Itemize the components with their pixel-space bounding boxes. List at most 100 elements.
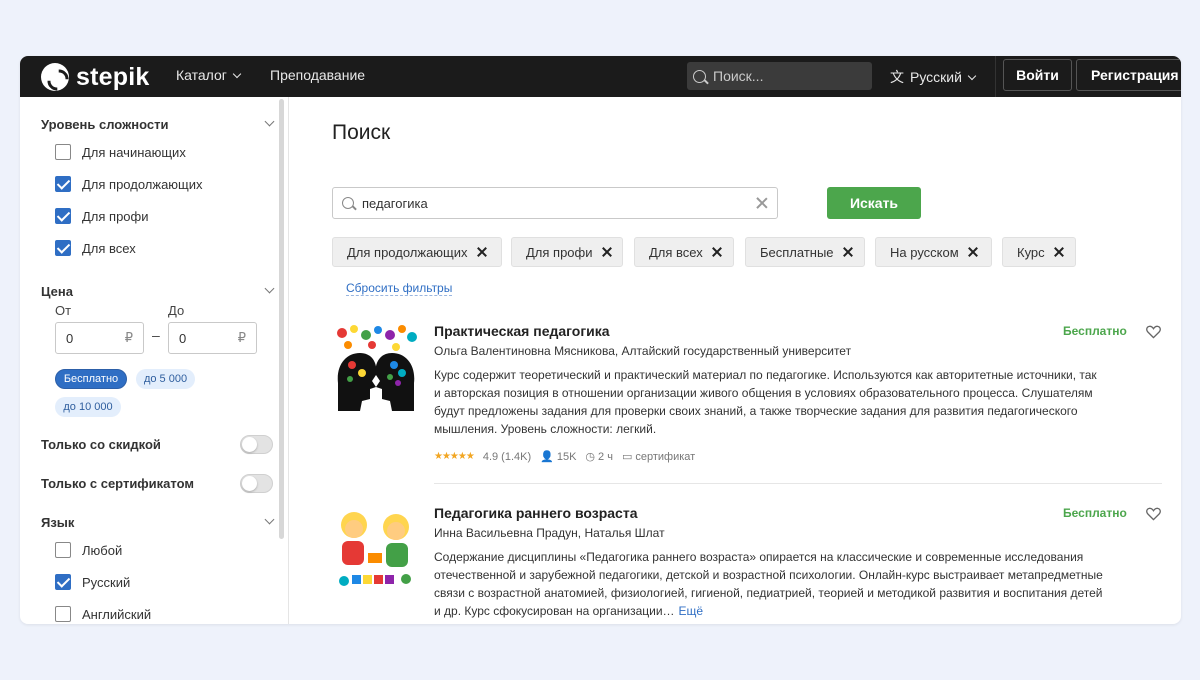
stepik-logo[interactable]: stepik	[41, 62, 149, 92]
course-price: Бесплатно	[1063, 324, 1127, 338]
search-results-main: Поиск педагогика Искать Для продолжающих…	[290, 97, 1181, 624]
course-card[interactable]: Практическая педагогика Ольга Валентинов…	[332, 323, 1162, 473]
price-chip-free[interactable]: Бесплатно	[55, 369, 127, 389]
filter-tag[interactable]: Курс	[1002, 237, 1076, 267]
certificate-icon: ▭	[621, 451, 633, 463]
discount-label: Только со скидкой	[41, 437, 161, 452]
ruble-icon: ₽	[124, 330, 133, 345]
checkbox-checked[interactable]	[55, 208, 71, 224]
top-navbar: stepik Каталог Преподавание 文Русский Вой…	[20, 56, 1181, 97]
course-certificate: сертификат	[635, 450, 696, 463]
checkbox[interactable]	[55, 606, 71, 622]
search-button[interactable]: Искать	[827, 187, 921, 219]
price-title[interactable]: Цена	[41, 284, 73, 299]
price-from-input[interactable]: 0 ₽	[55, 322, 144, 354]
search-input[interactable]: педагогика	[332, 187, 778, 219]
search-icon	[693, 69, 706, 83]
price-chip-10000[interactable]: до 10 000	[55, 397, 121, 417]
language-option[interactable]: Любой	[55, 542, 122, 558]
course-divider	[434, 483, 1162, 484]
difficulty-option[interactable]: Для профи	[55, 208, 149, 224]
course-price: Бесплатно	[1063, 506, 1127, 520]
price-to-label: До	[168, 303, 185, 318]
close-icon[interactable]	[477, 247, 487, 257]
search-query[interactable]: педагогика	[362, 196, 428, 211]
filter-tag[interactable]: На русском	[875, 237, 992, 267]
course-author[interactable]: Инна Васильевна Прадун, Наталья Шлат	[434, 526, 665, 540]
chevron-down-icon[interactable]	[264, 283, 275, 294]
course-description: Содержание дисциплины «Педагогика раннег…	[434, 550, 1103, 618]
checkbox[interactable]	[55, 144, 71, 160]
course-cover-image[interactable]	[332, 323, 420, 411]
filter-tag[interactable]: Для всех	[634, 237, 734, 267]
course-duration: 2 ч	[598, 450, 613, 463]
filter-tag[interactable]: Для профи	[511, 237, 623, 267]
close-icon[interactable]	[968, 247, 978, 257]
star-rating-icon: ★★★★★	[434, 451, 475, 462]
clear-icon[interactable]	[755, 196, 769, 210]
learners-icon: 👤	[540, 451, 554, 463]
close-icon[interactable]	[602, 247, 612, 257]
course-title[interactable]: Практическая педагогика	[434, 323, 610, 339]
header-search[interactable]	[687, 62, 872, 90]
search-icon	[342, 197, 354, 209]
checkbox-checked[interactable]	[55, 176, 71, 192]
course-title[interactable]: Педагогика раннего возраста	[434, 505, 637, 521]
course-learners: 15K	[556, 450, 577, 463]
course-author[interactable]: Ольга Валентиновна Мясникова, Алтайский …	[434, 344, 851, 358]
price-to-input[interactable]: 0 ₽	[168, 322, 257, 354]
language-option[interactable]: Английский	[55, 606, 151, 622]
chevron-down-icon	[232, 69, 242, 79]
course-card[interactable]: Педагогика раннего возраста Инна Василье…	[332, 505, 1162, 624]
language-option[interactable]: Русский	[55, 574, 130, 590]
checkbox-checked[interactable]	[55, 574, 71, 590]
close-icon[interactable]	[712, 247, 722, 257]
course-meta: ★★★★★ 4.9 (1.4K) 👤 15K ◷ 2 ч ▭ сертифика…	[434, 450, 704, 464]
nav-catalog[interactable]: Каталог	[176, 67, 242, 83]
register-button[interactable]: Регистрация	[1076, 59, 1181, 91]
discount-toggle[interactable]	[240, 435, 273, 454]
language-title[interactable]: Язык	[41, 515, 74, 530]
heart-icon[interactable]	[1146, 325, 1161, 339]
clock-icon: ◷	[585, 451, 596, 463]
difficulty-title[interactable]: Уровень сложности	[41, 117, 169, 132]
more-link[interactable]: Ещё	[679, 604, 704, 618]
translate-icon: 文	[890, 69, 904, 85]
chevron-down-icon[interactable]	[264, 514, 275, 525]
logo-text: stepik	[76, 62, 150, 91]
nav-teaching[interactable]: Преподавание	[270, 67, 365, 83]
course-cover-image[interactable]	[332, 505, 420, 593]
checkbox-checked[interactable]	[55, 240, 71, 256]
filters-sidebar: Уровень сложности Для начинающих Для про…	[20, 97, 289, 624]
close-icon[interactable]	[843, 247, 853, 257]
header-divider	[995, 56, 996, 97]
price-from-label: От	[55, 303, 72, 318]
sidebar-scrollbar[interactable]	[279, 99, 284, 539]
app-window: stepik Каталог Преподавание 文Русский Вой…	[20, 56, 1181, 624]
reset-filters-link[interactable]: Сбросить фильтры	[346, 281, 453, 296]
chevron-down-icon[interactable]	[264, 116, 275, 127]
header-search-input[interactable]	[713, 68, 863, 84]
certificate-toggle[interactable]	[240, 474, 273, 493]
difficulty-option[interactable]: Для продолжающих	[55, 176, 203, 192]
price-dash: –	[152, 327, 160, 343]
price-chip-5000[interactable]: до 5 000	[136, 369, 195, 389]
page-title: Поиск	[332, 121, 391, 144]
stepik-logo-icon	[41, 63, 69, 91]
close-icon[interactable]	[1054, 247, 1064, 257]
kids-illustration	[332, 505, 420, 593]
filter-tag[interactable]: Бесплатные	[745, 237, 865, 267]
brain-illustration	[332, 323, 420, 411]
filter-tag[interactable]: Для продолжающих	[332, 237, 502, 267]
login-button[interactable]: Войти	[1003, 59, 1072, 91]
heart-icon[interactable]	[1146, 507, 1161, 521]
checkbox[interactable]	[55, 542, 71, 558]
course-description: Курс содержит теоретический и практическ…	[434, 368, 1097, 436]
course-rating: 4.9 (1.4K)	[482, 450, 532, 463]
language-selector[interactable]: 文 Русский	[890, 67, 977, 87]
chevron-down-icon	[967, 71, 977, 81]
difficulty-option[interactable]: Для всех	[55, 240, 136, 256]
difficulty-option[interactable]: Для начинающих	[55, 144, 186, 160]
certificate-label: Только с сертификатом	[41, 476, 194, 491]
ruble-icon: ₽	[237, 330, 246, 345]
